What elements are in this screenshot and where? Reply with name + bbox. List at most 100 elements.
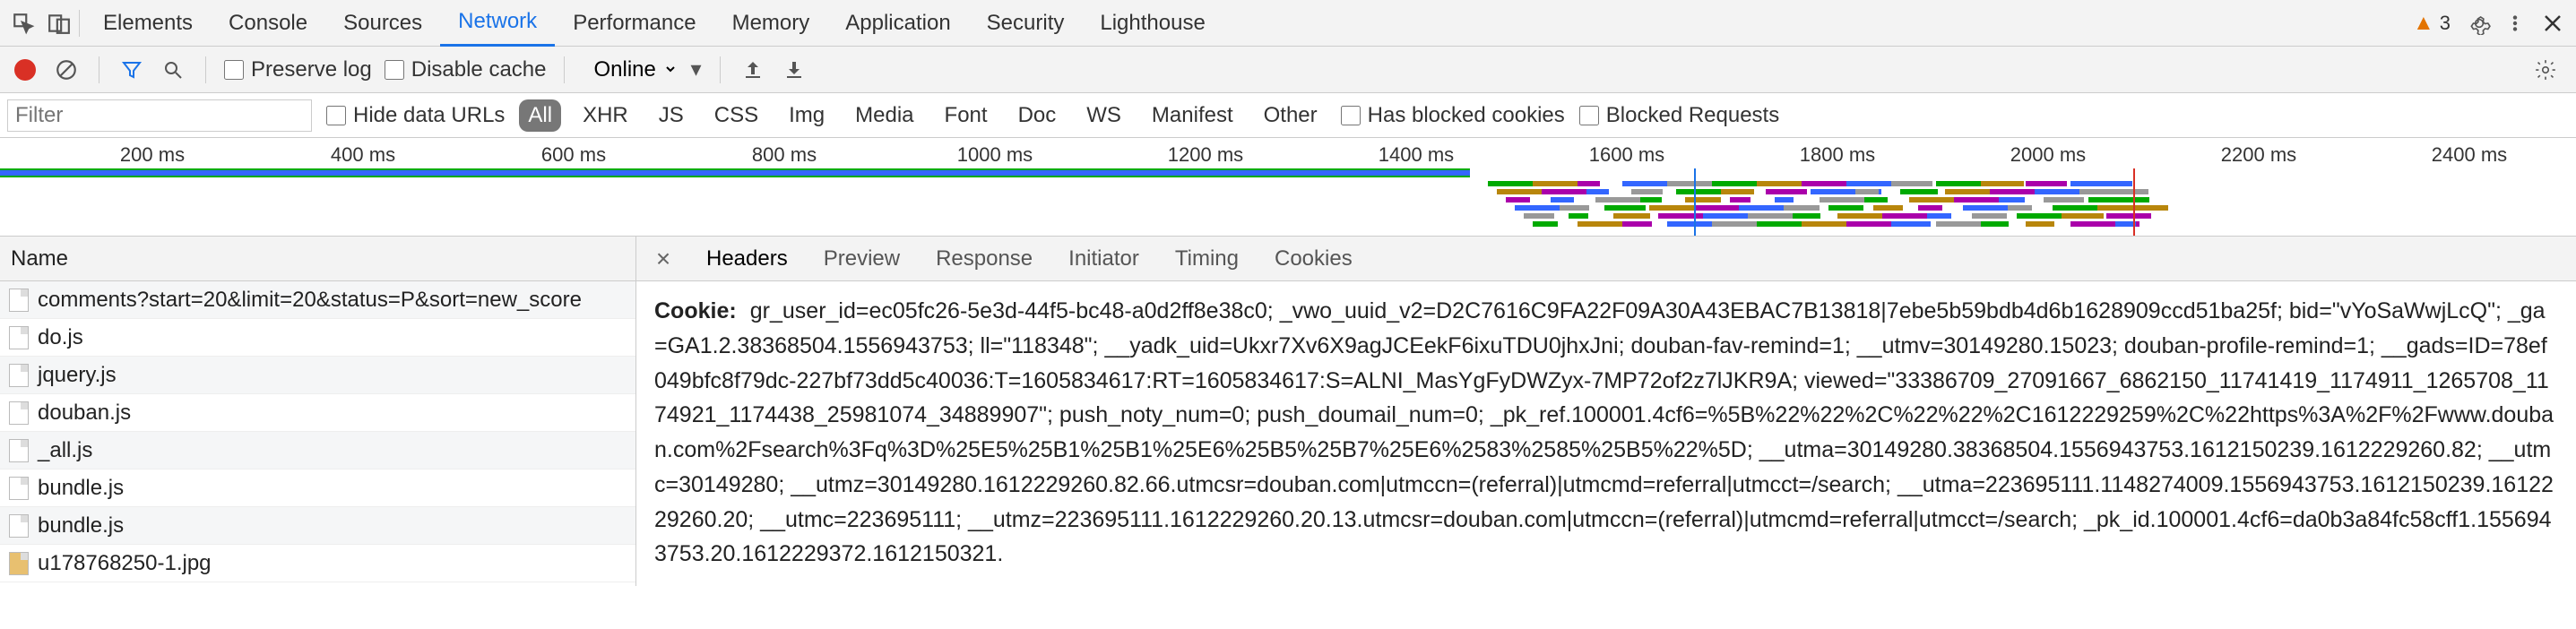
warnings-badge[interactable]: ▲ 3 [2406,9,2458,38]
has-blocked-cookies-checkbox[interactable]: Has blocked cookies [1341,103,1565,128]
chevron-down-icon: ▾ [690,56,701,82]
filter-type-media[interactable]: Media [846,99,922,132]
timeline-segment [1640,197,1662,202]
tab-elements[interactable]: Elements [85,0,211,47]
timeline-segment [1721,189,1754,194]
divider [205,56,206,83]
timeline-overview[interactable]: 200 ms400 ms600 ms800 ms1000 ms1200 ms14… [0,138,2576,237]
headers-content: Cookie: gr_user_id=ec05fc26-5e3d-44f5-bc… [636,281,2576,584]
filter-type-manifest[interactable]: Manifest [1143,99,1242,132]
gear-icon[interactable] [2531,56,2560,84]
timeline-segment [1551,197,1574,202]
request-name: do.js [38,325,83,350]
request-row[interactable]: jquery.js [0,357,635,394]
request-row[interactable]: douban.js [0,394,635,432]
filter-type-img[interactable]: Img [780,99,834,132]
timeline-segment [1793,213,1820,219]
request-name: _all.js [38,438,92,463]
filter-type-font[interactable]: Font [936,99,997,132]
timeline-segment [2008,205,2032,211]
request-list: Name comments?start=20&limit=20&status=P… [0,237,636,586]
cookie-header-value[interactable]: gr_user_id=ec05fc26-5e3d-44f5-bc48-a0d2f… [654,298,2554,566]
tab-lighthouse[interactable]: Lighthouse [1082,0,1223,47]
timeline-segment [1578,181,1600,186]
timeline-segment [1613,213,1650,219]
filter-type-xhr[interactable]: XHR [574,99,637,132]
download-icon[interactable] [780,56,808,84]
timeline-segment [1891,181,1932,186]
timeline-segment [1891,221,1931,227]
upload-icon[interactable] [739,56,767,84]
request-row[interactable]: _all.js [0,432,635,470]
main-tab-list: ElementsConsoleSourcesNetworkPerformance… [85,0,1223,47]
filter-type-other[interactable]: Other [1255,99,1327,132]
tab-application[interactable]: Application [827,0,968,47]
filter-bar: Hide data URLs All XHR JS CSS Img Media Font Do… [0,93,2576,138]
timeline-segment [2070,181,2132,186]
detail-tabs: × Headers Preview Response Initiator Timing C… [636,237,2576,281]
tab-security[interactable]: Security [969,0,1083,47]
request-row[interactable]: bundle.js [0,470,635,507]
detail-tab-initiator[interactable]: Initiator [1068,246,1139,271]
record-button[interactable] [11,56,39,84]
detail-tab-headers[interactable]: Headers [706,246,788,271]
kebab-icon[interactable] [2501,9,2529,38]
close-icon[interactable] [2538,9,2567,38]
timeline-segment [2088,197,2149,202]
timeline-tick: 400 ms [331,143,395,167]
hide-data-urls-checkbox[interactable]: Hide data URLs [326,103,505,128]
filter-type-css[interactable]: CSS [705,99,767,132]
timeline-segment [1873,205,1903,211]
disable-cache-checkbox[interactable]: Disable cache [385,57,547,82]
image-file-icon [9,552,29,575]
tab-performance[interactable]: Performance [555,0,713,47]
file-icon [9,477,29,500]
tab-memory[interactable]: Memory [714,0,828,47]
timeline-tick: 1200 ms [1168,143,1243,167]
filter-type-all[interactable]: All [519,99,561,132]
clear-icon[interactable] [52,56,81,84]
request-name: douban.js [38,401,131,426]
name-column-header[interactable]: Name [0,237,635,281]
filter-type-js[interactable]: JS [650,99,693,132]
network-toolbar: Preserve log Disable cache Online ▾ [0,47,2576,93]
request-row[interactable]: comments?start=20&limit=20&status=P&sort… [0,281,635,319]
filter-icon[interactable] [117,56,146,84]
gear-icon[interactable] [2465,9,2494,38]
request-name: comments?start=20&limit=20&status=P&sort… [38,288,582,313]
device-toggle-icon[interactable] [45,9,73,38]
preserve-log-checkbox[interactable]: Preserve log [224,57,372,82]
detail-tab-timing[interactable]: Timing [1175,246,1239,271]
detail-tab-preview[interactable]: Preview [824,246,900,271]
request-row[interactable]: bundle.js [0,507,635,545]
timeline-tick: 2200 ms [2221,143,2296,167]
timeline-segment [1631,189,1663,194]
filter-input[interactable] [7,99,312,132]
inspect-icon[interactable] [9,9,38,38]
timeline-segment [1569,213,1588,219]
tab-sources[interactable]: Sources [325,0,440,47]
timeline-segment [1999,197,2025,202]
detail-tab-response[interactable]: Response [936,246,1033,271]
filter-type-ws[interactable]: WS [1077,99,1130,132]
warnings-count: 3 [2440,12,2451,35]
search-icon[interactable] [159,56,187,84]
timeline-segment [1712,181,1761,186]
tab-console[interactable]: Console [211,0,325,47]
timeline-tick: 1600 ms [1589,143,1664,167]
blocked-requests-checkbox[interactable]: Blocked Requests [1579,103,1779,128]
close-detail-icon[interactable]: × [651,246,676,271]
timeline-segment [2026,221,2054,227]
request-row[interactable]: u178768250-1.jpg [0,545,635,582]
filter-type-doc[interactable]: Doc [1009,99,1066,132]
request-row[interactable]: do.js [0,319,635,357]
timeline-segment [1658,213,1710,219]
timeline-segment [1775,197,1794,202]
file-icon [9,439,29,462]
tab-network[interactable]: Network [440,0,555,47]
detail-tab-cookies[interactable]: Cookies [1275,246,1353,271]
load-event-line [2133,168,2135,236]
throttling-select[interactable]: Online [583,53,678,86]
timeline-segment [2106,213,2151,219]
timeline-segment [2044,197,2084,202]
